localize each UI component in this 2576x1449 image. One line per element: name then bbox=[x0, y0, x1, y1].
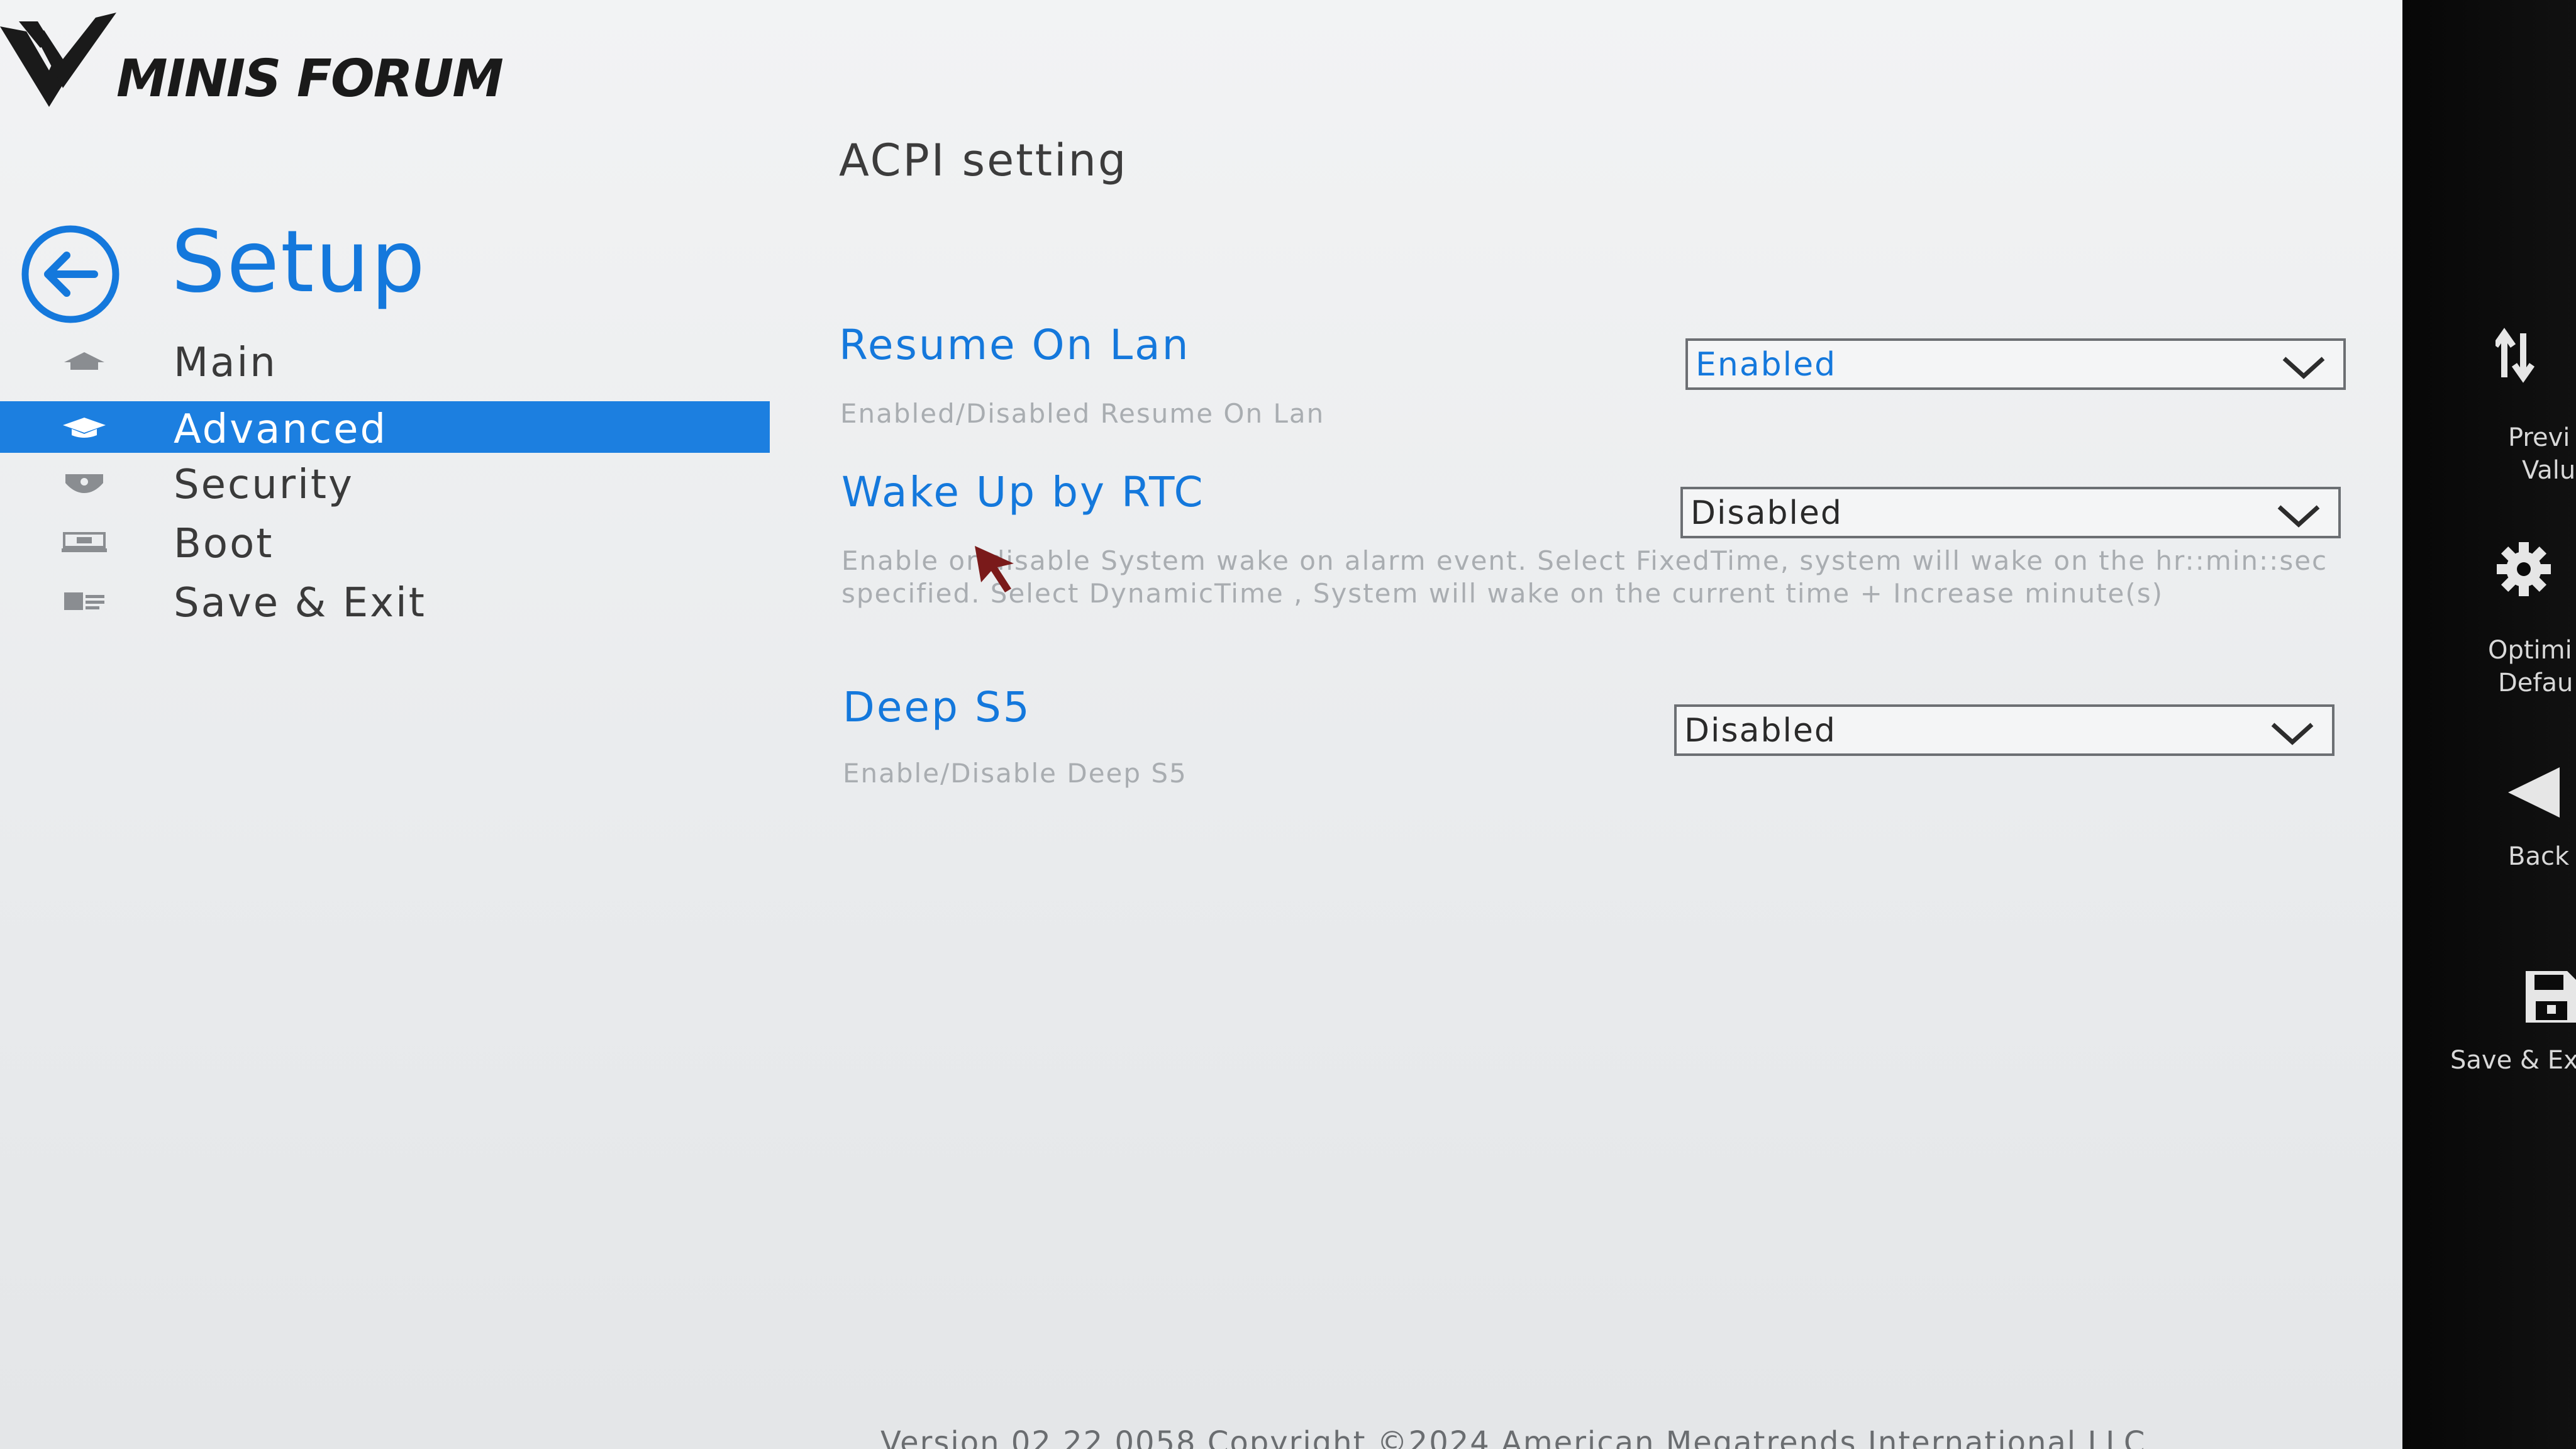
logo-text: MINIS FORUM bbox=[116, 49, 504, 109]
bios-setup-screen: MINIS FORUM Setup Main Advanced Security bbox=[0, 0, 2576, 1449]
dropdown-value: Enabled bbox=[1696, 346, 1837, 384]
tool-label: Optimi bbox=[2488, 636, 2572, 665]
previous-values-icon bbox=[2496, 328, 2535, 383]
dropdown-value: Disabled bbox=[1684, 712, 1836, 750]
boot-icon bbox=[62, 532, 107, 552]
gear-icon bbox=[2497, 542, 2551, 596]
mouse-cursor-icon bbox=[975, 546, 1014, 592]
shield-icon bbox=[65, 474, 103, 493]
advanced-icon bbox=[63, 418, 106, 438]
sidebar-item-label: Main bbox=[174, 340, 277, 386]
tool-label: Previ bbox=[2508, 423, 2570, 452]
setup-title: Setup bbox=[171, 213, 426, 312]
wake-up-by-rtc-dropdown[interactable]: Disabled bbox=[1680, 487, 2341, 538]
sidebar-item-label: Save & Exit bbox=[174, 580, 426, 626]
sidebar-item-label: Boot bbox=[174, 521, 274, 567]
right-toolbar bbox=[2402, 0, 2576, 1449]
optimized-defaults-button[interactable]: Optimi Defau bbox=[2402, 541, 2576, 704]
floppy-disk-icon bbox=[2526, 971, 2576, 1023]
tool-label: Defau bbox=[2498, 669, 2573, 697]
deep-s5-dropdown[interactable]: Disabled bbox=[1674, 704, 2334, 756]
setting-name-resume-on-lan: Resume On Lan bbox=[839, 321, 1191, 369]
save-exit-icon bbox=[64, 592, 104, 610]
setting-description: Enable or disable System wake on alarm e… bbox=[841, 545, 2328, 609]
sidebar-item-label: Advanced bbox=[174, 406, 388, 453]
back-triangle-icon bbox=[2508, 767, 2560, 818]
sidebar-item-save-exit[interactable]: Save & Exit bbox=[0, 575, 770, 626]
resume-on-lan-dropdown[interactable]: Enabled bbox=[1685, 338, 2346, 390]
save-exit-button[interactable]: Save & Ex bbox=[2402, 969, 2576, 1082]
setting-name-deep-s5: Deep S5 bbox=[843, 683, 1031, 731]
chevron-down-icon bbox=[2271, 723, 2314, 745]
sidebar-item-label: Security bbox=[174, 462, 354, 508]
back-button[interactable]: Back bbox=[2402, 767, 2576, 880]
back-arrow-icon[interactable] bbox=[20, 224, 121, 325]
setting-description: Enabled/Disabled Resume On Lan bbox=[840, 398, 1325, 429]
tool-label: Back bbox=[2508, 842, 2570, 871]
logo-mark-icon bbox=[0, 13, 116, 107]
home-icon bbox=[64, 352, 104, 370]
sidebar-item-advanced[interactable]: Advanced bbox=[0, 401, 770, 453]
setting-name-wake-up-by-rtc: Wake Up by RTC bbox=[841, 468, 1205, 516]
previous-values-button[interactable]: Previ Valu bbox=[2402, 327, 2576, 491]
page-title: ACPI setting bbox=[839, 135, 1128, 186]
version-footer: Version 02.22.0058 Copyright ©2024 Ameri… bbox=[880, 1425, 2146, 1449]
sidebar-item-main[interactable]: Main bbox=[0, 335, 770, 386]
sidebar-item-boot[interactable]: Boot bbox=[0, 516, 770, 567]
setting-description: Enable/Disable Deep S5 bbox=[843, 758, 1187, 789]
dropdown-value: Disabled bbox=[1690, 494, 1843, 532]
chevron-down-icon bbox=[2282, 357, 2325, 379]
tool-label: Valu bbox=[2522, 456, 2576, 485]
chevron-down-icon bbox=[2277, 505, 2320, 528]
minisforum-logo: MINIS FORUM bbox=[0, 13, 553, 119]
sidebar-item-security[interactable]: Security bbox=[0, 457, 770, 508]
tool-label: Save & Ex bbox=[2450, 1046, 2576, 1075]
